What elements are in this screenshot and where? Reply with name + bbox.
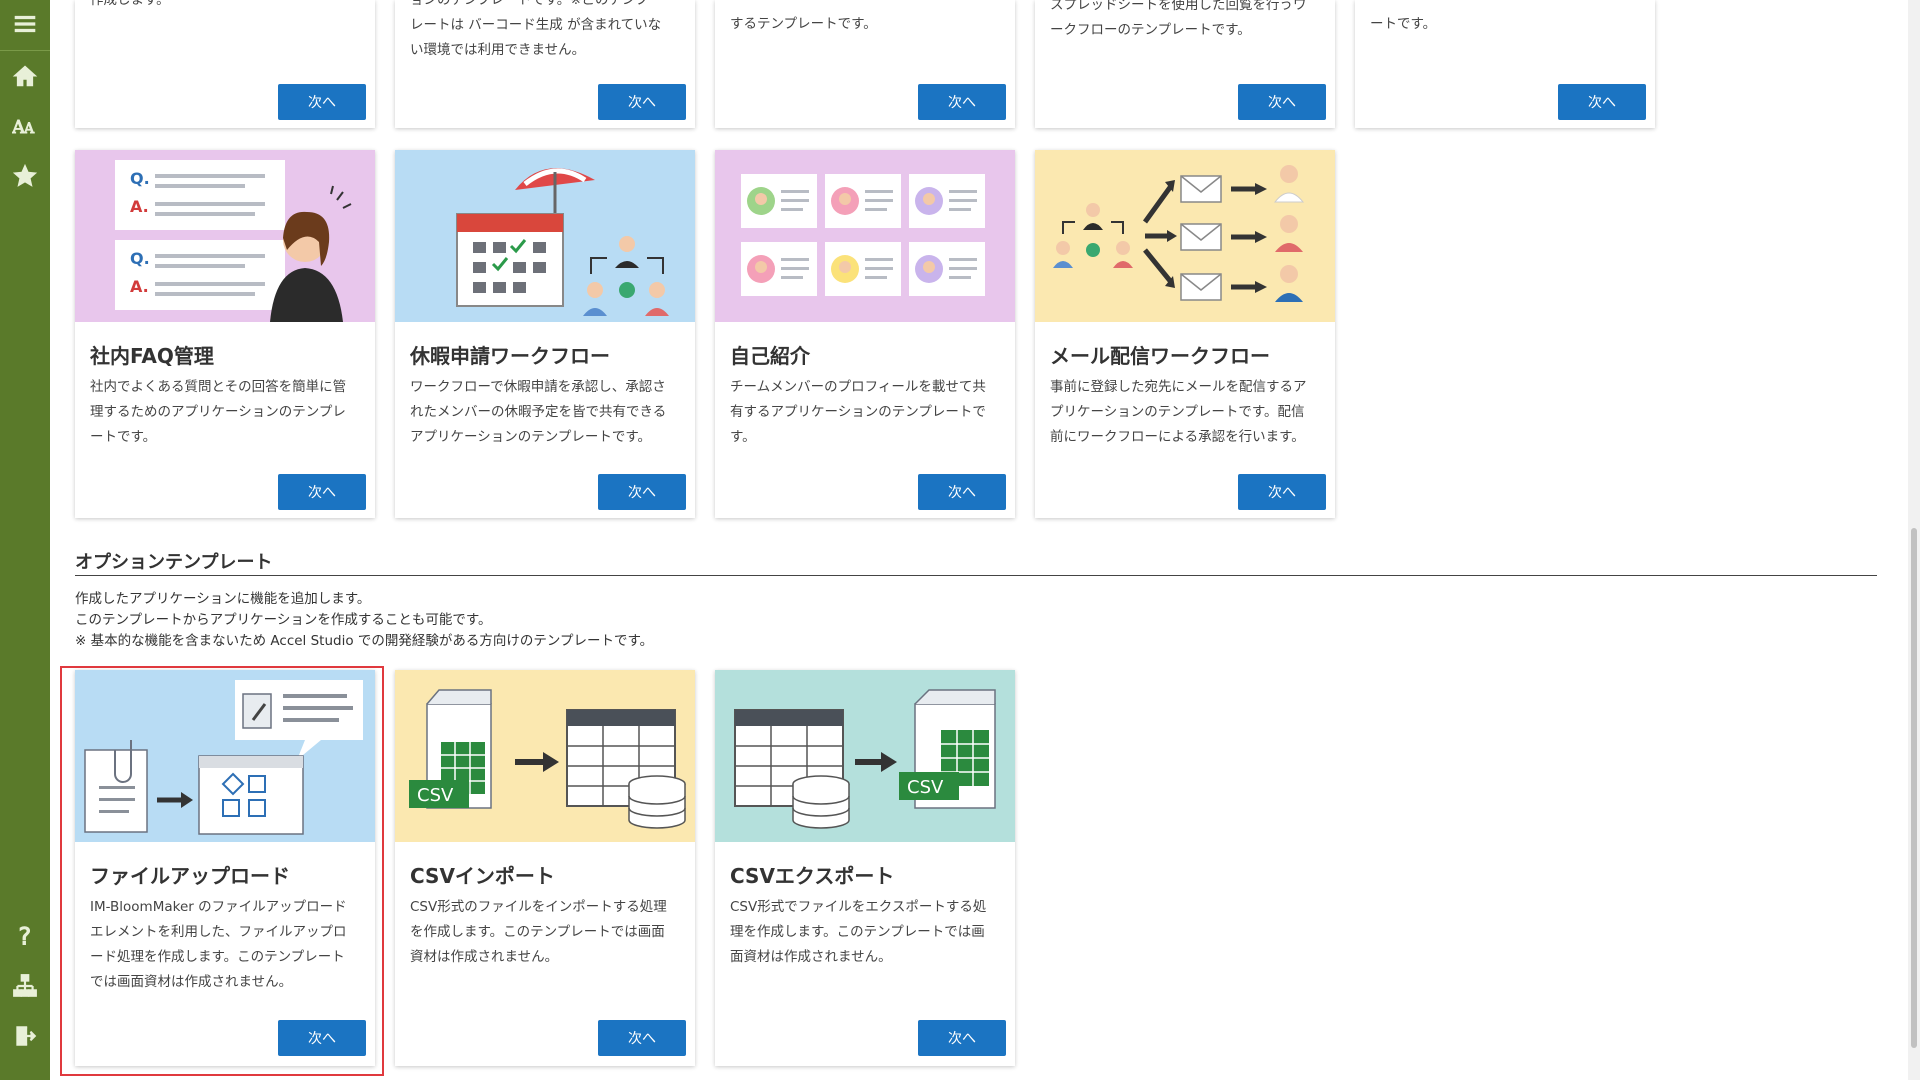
- card-description-line-2: 有するアプリケーションのテンプレートで: [730, 404, 986, 420]
- template-card-top-3: するテンプレートです。 次へ: [715, 0, 1015, 128]
- section-description-line-3: ※ 基本的な機能を含まないため Accel Studio での開発経験がある方向…: [75, 633, 654, 649]
- card-description-line-2: 理するためのアプリケーションのテンプレ: [90, 404, 346, 420]
- card-description-line-2: ークフローのテンプレートです。: [1050, 22, 1251, 38]
- csv-badge: CSV: [417, 785, 454, 806]
- card-description-line-1: CSV形式でファイルをエクスポートする処: [730, 899, 987, 915]
- template-card-top-1: 作成します。 次へ: [75, 0, 375, 128]
- sidebar-divider: [0, 50, 50, 51]
- svg-text:Q.: Q.: [130, 249, 150, 268]
- vacation-illustration: [395, 150, 695, 322]
- scrollbar-thumb[interactable]: [1911, 528, 1917, 1048]
- font-size-icon[interactable]: AA: [0, 102, 50, 150]
- card-description-line-2: 理を作成します。このテンプレートでは画: [730, 924, 985, 940]
- card-description: ートです。: [1370, 16, 1437, 32]
- next-button[interactable]: 次へ: [918, 84, 1006, 120]
- card-description-line-2: レートは バーコード生成 が含まれていな: [410, 17, 662, 33]
- svg-text:A.: A.: [130, 197, 149, 216]
- svg-text:A.: A.: [130, 277, 149, 296]
- template-card-top-2: ョンのテンプレートです。※このテンプ レートは バーコード生成 が含まれていな …: [395, 0, 695, 128]
- selection-highlight: [60, 666, 384, 1076]
- next-button[interactable]: 次へ: [598, 1020, 686, 1056]
- card-description-line-1: ワークフローで休暇申請を承認し、承認さ: [410, 379, 666, 395]
- template-card-mail: メール配信ワークフロー 事前に登録した宛先にメールを配信するア プリケーションの…: [1035, 150, 1335, 518]
- next-button[interactable]: 次へ: [1238, 84, 1326, 120]
- card-description-line-3: アプリケーションのテンプレートです。: [410, 429, 651, 445]
- svg-text:A: A: [23, 121, 35, 137]
- svg-text:Q.: Q.: [130, 169, 150, 188]
- section-description-line-2: このテンプレートからアプリケーションを作成することも可能です。: [75, 612, 492, 628]
- card-description-line-3: 面資材は作成されません。: [730, 949, 892, 965]
- card-title: 社内FAQ管理: [90, 344, 214, 368]
- home-icon[interactable]: [0, 52, 50, 100]
- card-description-line-3: す。: [730, 429, 756, 445]
- profile-illustration: [715, 150, 1015, 322]
- section-description-line-1: 作成したアプリケーションに機能を追加します。: [75, 591, 371, 607]
- template-card-vacation: 休暇申請ワークフロー ワークフローで休暇申請を承認し、承認さ れたメンバーの休暇…: [395, 150, 695, 518]
- faq-illustration: Q. A. Q. A.: [75, 150, 375, 322]
- card-title: CSVエクスポート: [730, 864, 895, 888]
- card-description-line-3: 前にワークフローによる承認を行います。: [1050, 429, 1305, 445]
- hamburger-menu-icon[interactable]: [0, 0, 50, 48]
- card-description-line-1: チームメンバーのプロフィールを載せて共: [730, 379, 986, 395]
- template-card-top-5: ートです。 次へ: [1355, 0, 1655, 128]
- next-button[interactable]: 次へ: [598, 474, 686, 510]
- next-button[interactable]: 次へ: [598, 84, 686, 120]
- next-button[interactable]: 次へ: [918, 1020, 1006, 1056]
- logout-icon[interactable]: [0, 1012, 50, 1060]
- section-divider: [75, 575, 1877, 576]
- card-description-line-2: プリケーションのテンプレートです。配信: [1050, 404, 1305, 420]
- next-button[interactable]: 次へ: [1558, 84, 1646, 120]
- template-card-faq: Q. A. Q. A. 社内FAQ管理 社内でよくある質問とその回答を簡単に管 …: [75, 150, 375, 518]
- template-card-csv-import: CSV CSVインポート CSV形式のファイルをインポートする処理 を作成します…: [395, 670, 695, 1066]
- next-button[interactable]: 次へ: [278, 84, 366, 120]
- card-title: 休暇申請ワークフロー: [410, 344, 610, 368]
- card-title: メール配信ワークフロー: [1050, 344, 1270, 368]
- star-icon[interactable]: [0, 152, 50, 200]
- next-button[interactable]: 次へ: [918, 474, 1006, 510]
- card-title: 自己紹介: [730, 344, 810, 368]
- vertical-scrollbar[interactable]: [1908, 0, 1920, 1080]
- template-card-top-4: スプレッドシートを使用した回覧を行うワ ークフローのテンプレートです。 次へ: [1035, 0, 1335, 128]
- sitemap-icon[interactable]: [0, 962, 50, 1010]
- card-description: するテンプレートです。: [730, 16, 877, 32]
- svg-text:?: ?: [19, 923, 32, 949]
- csv-import-illustration: CSV: [395, 670, 695, 842]
- template-card-csv-export: CSV CSVエクスポート CSV形式でファイルをエクスポートする処 理を作成し…: [715, 670, 1015, 1066]
- help-icon[interactable]: ?: [0, 912, 50, 960]
- card-description-line-1: スプレッドシートを使用した回覧を行うワ: [1050, 0, 1307, 13]
- card-description-line-1: ョンのテンプレートです。※このテンプ: [410, 0, 649, 8]
- card-description-line-1: 社内でよくある質問とその回答を簡単に管: [90, 379, 347, 395]
- section-title: オプションテンプレート: [75, 552, 273, 573]
- card-description-line-3: い環境では利用できません。: [410, 42, 586, 58]
- next-button[interactable]: 次へ: [1238, 474, 1326, 510]
- csv-export-illustration: CSV: [715, 670, 1015, 842]
- card-description-line-1: CSV形式のファイルをインポートする処理: [410, 899, 667, 915]
- card-title: CSVインポート: [410, 864, 555, 888]
- next-button[interactable]: 次へ: [278, 474, 366, 510]
- mail-illustration: [1035, 150, 1335, 322]
- card-description-line-3: ートです。: [90, 429, 157, 445]
- csv-badge: CSV: [907, 777, 944, 798]
- card-description-line-2: れたメンバーの休暇予定を皆で共有できる: [410, 404, 667, 420]
- template-card-profile: 自己紹介 チームメンバーのプロフィールを載せて共 有するアプリケーションのテンプ…: [715, 150, 1015, 518]
- card-description: 作成します。: [90, 0, 170, 8]
- sidebar: AA ?: [0, 0, 50, 1080]
- card-description-line-2: を作成します。このテンプレートでは画面: [410, 924, 665, 940]
- card-description-line-1: 事前に登録した宛先にメールを配信するア: [1050, 379, 1307, 395]
- card-description-line-3: 資材は作成されません。: [410, 949, 559, 965]
